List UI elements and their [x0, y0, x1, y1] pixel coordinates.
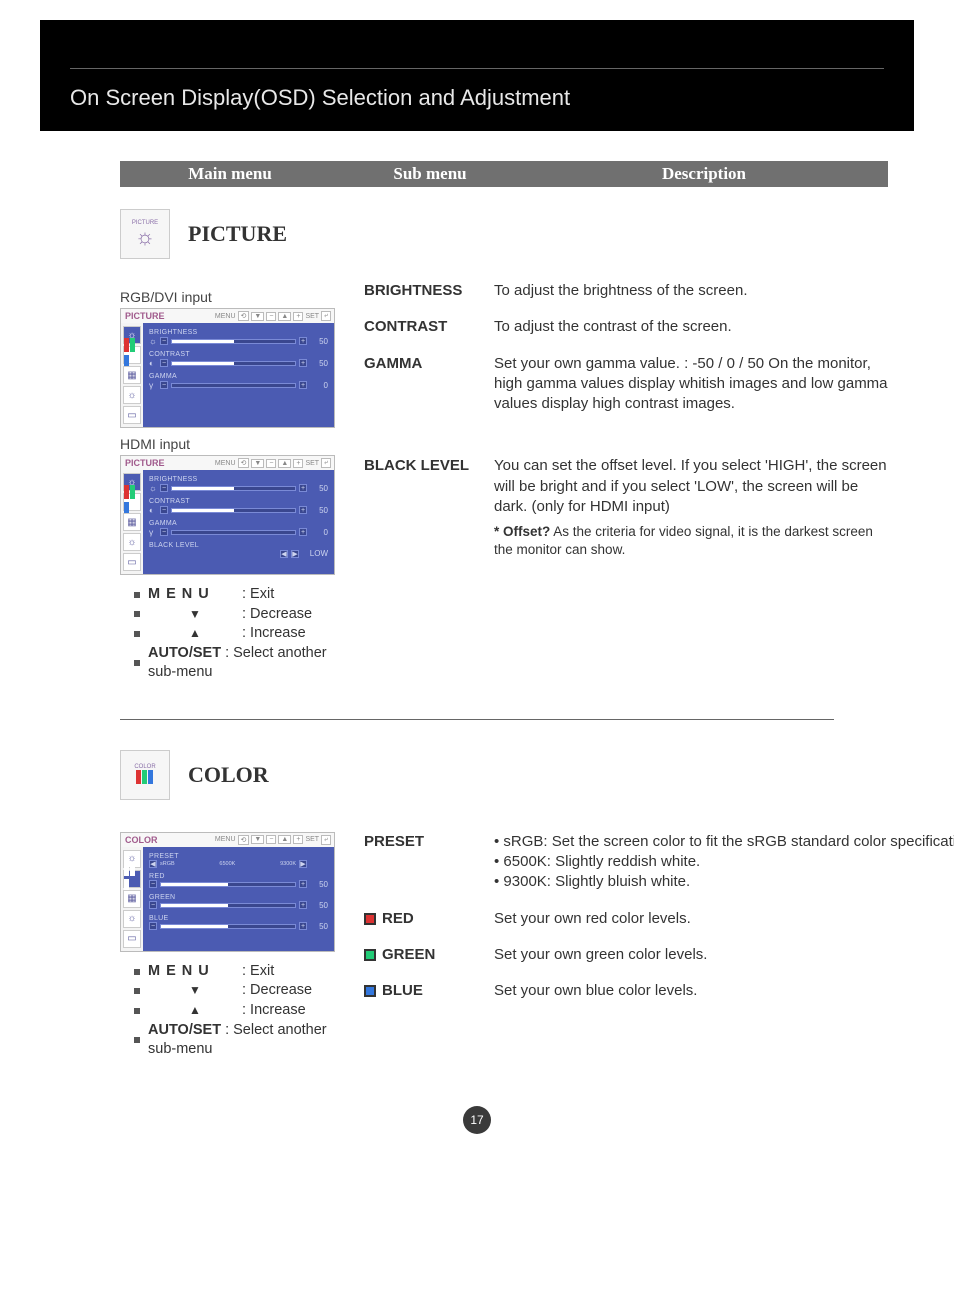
rgb-label: RGB/DVI input — [120, 289, 350, 305]
brightness-label: BRIGHTNESS — [364, 281, 494, 301]
picture-heading: PICTURE — [188, 221, 287, 247]
brightness-desc: To adjust the brightness of the screen. — [494, 281, 888, 301]
red-swatch-icon — [364, 913, 376, 925]
button-legend: M E N U: Exit ▼: Decrease ▲: Increase AU… — [134, 585, 350, 683]
picture-icon: PICTURE ☼ — [120, 209, 170, 259]
contrast-desc: To adjust the contrast of the screen. — [494, 317, 888, 337]
menu-exit-icon: ⟲ — [238, 311, 250, 321]
sun-icon: ☼ — [135, 226, 155, 248]
gamma-label: GAMMA — [364, 354, 494, 415]
col-main: Main menu — [120, 164, 340, 184]
preset-label: PRESET — [364, 832, 494, 893]
blacklevel-desc: You can set the offset level. If you sel… — [494, 456, 888, 517]
minus-icon: − — [266, 312, 276, 321]
color-heading: COLOR — [188, 762, 269, 788]
col-sub: Sub menu — [340, 164, 520, 184]
side-other-icon: ▭ — [123, 406, 141, 424]
plus-icon: + — [293, 312, 303, 321]
set-icon: ⤶ — [321, 311, 331, 321]
down-arrow-icon: ▼ — [148, 606, 242, 622]
side-color-icon — [123, 346, 141, 364]
green-desc: Set your own green color levels. — [494, 945, 954, 965]
up-icon: ▲ — [278, 312, 291, 321]
side-setup-icon: ☼ — [123, 386, 141, 404]
blue-label: BLUE — [364, 981, 494, 1001]
section-divider — [120, 719, 834, 720]
blue-swatch-icon — [364, 985, 376, 997]
manual-page: On Screen Display(OSD) Selection and Adj… — [0, 0, 954, 1174]
col-desc: Description — [520, 164, 888, 184]
green-swatch-icon — [364, 949, 376, 961]
contrast-label: CONTRAST — [364, 317, 494, 337]
osd-picture-hdmi: PICTURE MENU⟲ ▼− ▲+ SET⤶ ☼ ▦ ☼ ▭ — [120, 455, 335, 575]
column-header: Main menu Sub menu Description — [120, 161, 888, 187]
preset-desc: • sRGB: Set the screen color to fit the … — [494, 832, 954, 893]
page-number: 17 — [463, 1106, 491, 1134]
page-header: On Screen Display(OSD) Selection and Adj… — [40, 20, 914, 131]
red-label: RED — [364, 909, 494, 929]
osd-picture-rgb: PICTURE MENU⟲ ▼− ▲+ SET⤶ ☼ ▦ ☼ ▭ — [120, 308, 335, 428]
color-icon: COLOR — [120, 750, 170, 800]
up-arrow-icon: ▲ — [148, 625, 242, 641]
down-icon: ▼ — [251, 312, 264, 321]
side-tracking-icon: ▦ — [123, 366, 141, 384]
hdmi-label: HDMI input — [120, 436, 350, 452]
blacklevel-label: BLACK LEVEL — [364, 456, 494, 559]
offset-note: * Offset? As the criteria for video sign… — [494, 523, 888, 559]
color-bars-icon — [136, 770, 154, 786]
red-desc: Set your own red color levels. — [494, 909, 954, 929]
green-label: GREEN — [364, 945, 494, 965]
page-title: On Screen Display(OSD) Selection and Adj… — [70, 85, 570, 110]
blue-desc: Set your own blue color levels. — [494, 981, 954, 1001]
osd-color: COLOR MENU⟲ ▼− ▲+ SET⤶ ☼ ▦ ☼ ▭ — [120, 832, 335, 952]
button-legend-2: M E N U: Exit ▼: Decrease ▲: Increase AU… — [134, 962, 350, 1060]
gamma-desc: Set your own gamma value. : -50 / 0 / 50… — [494, 354, 888, 415]
